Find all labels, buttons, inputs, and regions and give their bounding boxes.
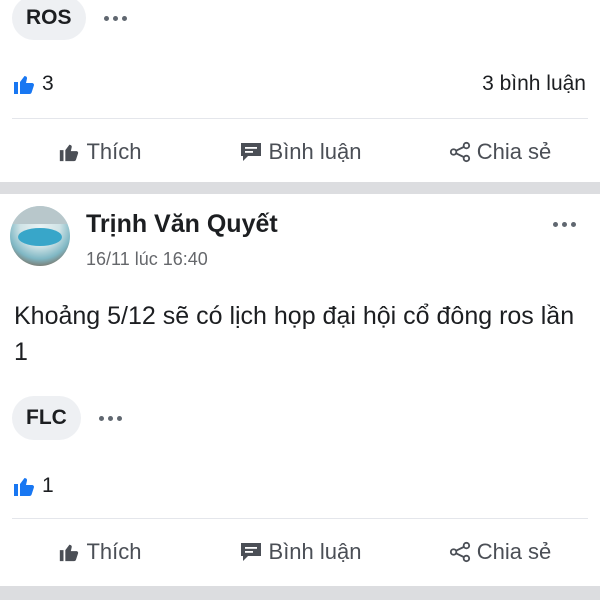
post-timestamp[interactable]: 16/11 lúc 16:40 [86, 249, 278, 270]
more-horizontal-icon[interactable] [553, 222, 576, 227]
post-card: Trịnh Văn Quyết 16/11 lúc 16:40 Khoảng 5… [0, 194, 600, 586]
feed-divider [0, 182, 600, 194]
comment-label: Bình luận [268, 139, 362, 164]
like-button[interactable]: Thích [0, 132, 200, 172]
stock-tag-chip[interactable]: ROS [12, 0, 86, 40]
share-icon [449, 541, 470, 563]
reaction-summary: 1 [12, 474, 586, 498]
like-label: Thích [86, 139, 142, 164]
more-horizontal-icon[interactable] [98, 415, 122, 421]
post-actions: Thích Bình luận Chia sẻ [0, 132, 600, 172]
like-label: Thích [86, 539, 142, 564]
like-count[interactable]: 3 [42, 72, 54, 96]
share-button[interactable]: Chia sẻ [400, 532, 600, 572]
like-count[interactable]: 1 [42, 474, 54, 498]
comment-bubble-icon [240, 543, 261, 561]
thumbs-up-icon [60, 144, 79, 162]
reaction-summary: 3 3 bình luận [12, 72, 586, 96]
avatar[interactable] [10, 206, 70, 266]
tag-row: FLC [12, 396, 122, 440]
stock-tag-chip[interactable]: FLC [12, 396, 81, 440]
thumbs-up-icon [60, 544, 79, 562]
share-button[interactable]: Chia sẻ [400, 132, 600, 172]
share-label: Chia sẻ [476, 139, 552, 164]
comment-button[interactable]: Bình luận [200, 532, 400, 572]
separator [12, 518, 588, 519]
like-button[interactable]: Thích [0, 532, 200, 572]
comment-count[interactable]: 3 bình luận [482, 72, 586, 96]
post-card: ROS 3 3 bình luận Thích Bình luận Chia s… [0, 0, 600, 182]
more-horizontal-icon[interactable] [103, 15, 127, 21]
thumbs-up-blue-icon [14, 76, 34, 94]
post-actions: Thích Bình luận Chia sẻ [0, 532, 600, 572]
post-text: Khoảng 5/12 sẽ có lịch họp đại hội cổ đô… [14, 302, 575, 366]
feed-divider [0, 586, 600, 600]
comment-bubble-icon [240, 143, 261, 161]
comment-button[interactable]: Bình luận [200, 132, 400, 172]
thumbs-up-blue-icon [14, 478, 34, 496]
separator [12, 118, 588, 119]
share-label: Chia sẻ [476, 539, 552, 564]
tag-row: ROS [12, 0, 127, 40]
share-icon [449, 141, 470, 163]
author-name[interactable]: Trịnh Văn Quyết [86, 210, 278, 239]
comment-label: Bình luận [268, 539, 362, 564]
post-header: Trịnh Văn Quyết 16/11 lúc 16:40 [10, 206, 278, 270]
